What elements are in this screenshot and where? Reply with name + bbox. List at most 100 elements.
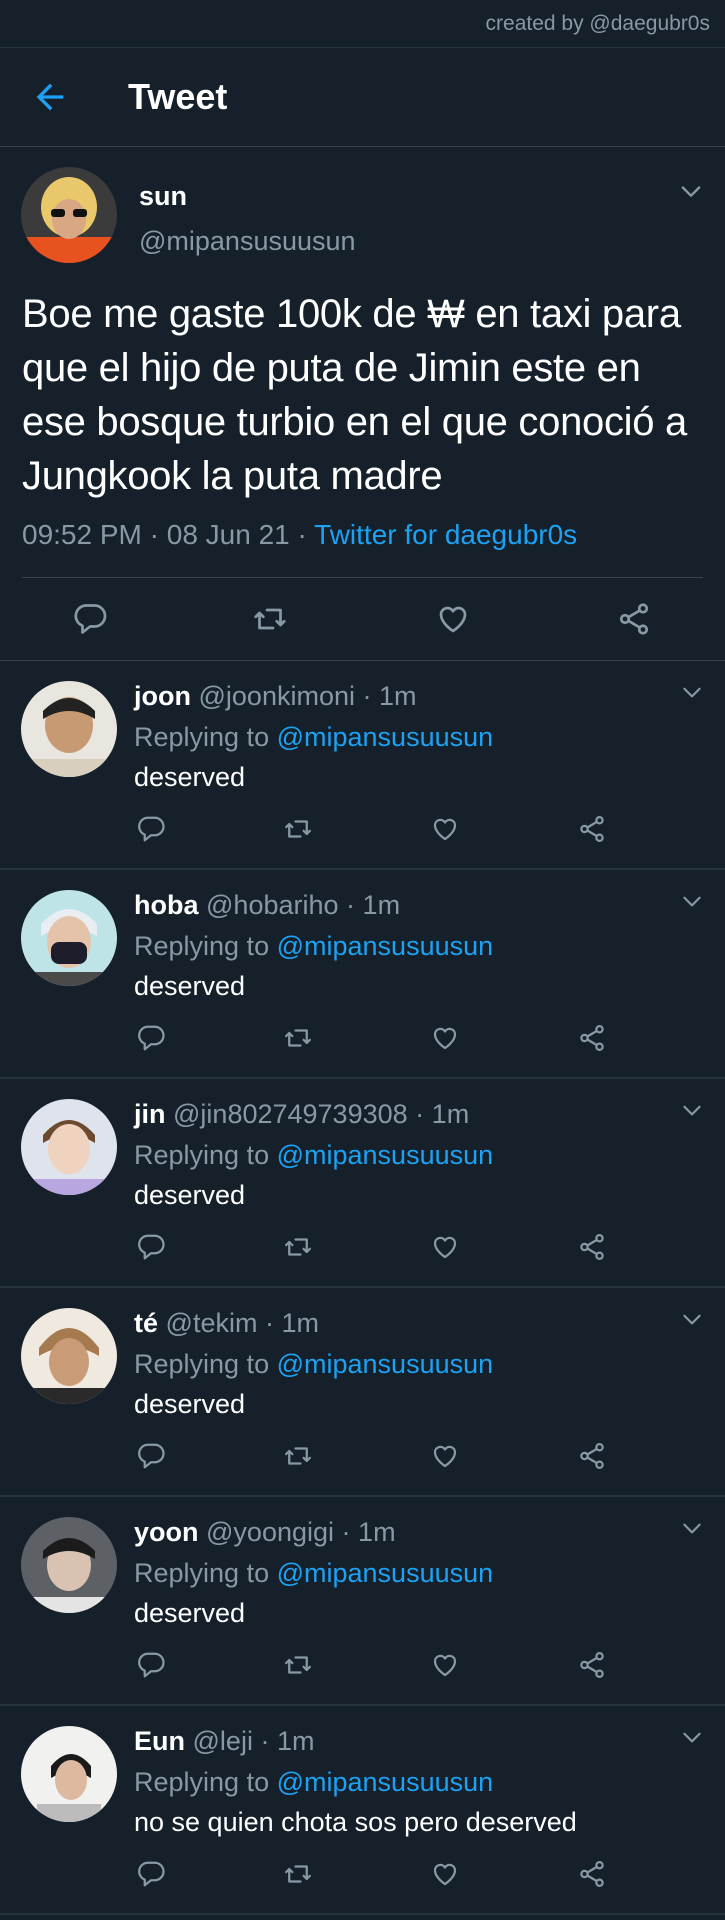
reply-time: 1m — [276, 1726, 315, 1756]
mention-link[interactable]: @mipansusuusun — [277, 1767, 494, 1797]
reply-tweet[interactable]: hoba @hobariho · 1m Replying to @mipansu… — [0, 870, 725, 1079]
tweet-actions — [0, 587, 725, 652]
meta-separator: · — [264, 1308, 274, 1338]
tweet-meta: 09:52 PM · 08 Jun 21 · Twitter for daegu… — [22, 519, 577, 551]
retweet-icon[interactable] — [283, 814, 313, 844]
retweet-icon[interactable] — [283, 1859, 313, 1889]
reply-header: jin @jin802749739308 · 1m — [134, 1099, 469, 1130]
reply-header: hoba @hobariho · 1m — [134, 890, 400, 921]
avatar[interactable] — [21, 681, 117, 777]
reply-tweet[interactable]: jin @jin802749739308 · 1m Replying to @m… — [0, 1079, 725, 1288]
retweet-icon[interactable] — [283, 1023, 313, 1053]
reply-icon[interactable] — [136, 1859, 166, 1889]
like-icon[interactable] — [430, 1650, 460, 1680]
reply-tweet[interactable]: joon @joonkimoni · 1m Replying to @mipan… — [0, 661, 725, 870]
reply-icon[interactable] — [136, 1650, 166, 1680]
replying-to-label: Replying to — [134, 1349, 270, 1379]
avatar[interactable] — [21, 1308, 117, 1404]
mention-link[interactable]: @mipansusuusun — [277, 722, 494, 752]
share-icon[interactable] — [577, 1023, 607, 1053]
page-title: Tweet — [128, 76, 228, 117]
meta-separator: · — [149, 519, 159, 550]
share-icon[interactable] — [616, 601, 652, 637]
replying-to: Replying to @mipansusuusun — [134, 1140, 493, 1171]
reply-author-name[interactable]: joon — [134, 681, 191, 711]
mention-link[interactable]: @mipansusuusun — [277, 1140, 494, 1170]
share-icon[interactable] — [577, 1650, 607, 1680]
reply-tweet[interactable]: yoon @yoongigi · 1m Replying to @mipansu… — [0, 1497, 725, 1706]
header: Tweet — [0, 48, 725, 147]
like-icon[interactable] — [430, 1859, 460, 1889]
reply-author-name[interactable]: té — [134, 1308, 158, 1338]
reply-icon[interactable] — [136, 1441, 166, 1471]
meta-separator: · — [297, 519, 307, 550]
avatar[interactable] — [21, 1726, 117, 1822]
reply-author-handle[interactable]: @joonkimoni — [199, 681, 355, 711]
reply-time: 1m — [379, 681, 417, 711]
chevron-down-icon[interactable] — [679, 679, 705, 705]
mention-link[interactable]: @mipansusuusun — [277, 1558, 494, 1588]
meta-separator: · — [415, 1099, 425, 1129]
back-arrow-icon[interactable] — [30, 77, 70, 117]
reply-author-handle[interactable]: @yoongigi — [206, 1517, 334, 1547]
reply-author-name[interactable]: Eun — [134, 1726, 185, 1756]
status-bar: created by @daegubr0s — [0, 0, 725, 48]
avatar[interactable] — [21, 890, 117, 986]
reply-icon[interactable] — [136, 1023, 166, 1053]
chevron-down-icon[interactable] — [679, 1097, 705, 1123]
reply-author-handle[interactable]: @tekim — [166, 1308, 258, 1338]
replying-to: Replying to @mipansusuusun — [134, 1767, 493, 1798]
tweet-source-link[interactable]: Twitter for daegubr0s — [314, 519, 577, 550]
like-icon[interactable] — [435, 601, 471, 637]
chevron-down-icon[interactable] — [679, 1306, 705, 1332]
retweet-icon[interactable] — [252, 601, 288, 637]
mention-link[interactable]: @mipansusuusun — [277, 1349, 494, 1379]
chevron-down-icon[interactable] — [679, 1515, 705, 1541]
share-icon[interactable] — [577, 1859, 607, 1889]
reply-author-handle[interactable]: @jin802749739308 — [173, 1099, 408, 1129]
chevron-down-icon[interactable] — [677, 177, 705, 205]
tweet-text: Boe me gaste 100k de ₩ en taxi para que … — [22, 292, 687, 498]
reply-header: té @tekim · 1m — [134, 1308, 319, 1339]
reply-author-handle[interactable]: @hobariho — [206, 890, 339, 920]
like-icon[interactable] — [430, 1232, 460, 1262]
chevron-down-icon[interactable] — [679, 888, 705, 914]
reply-tweet[interactable]: té @tekim · 1m Replying to @mipansusuusu… — [0, 1288, 725, 1497]
meta-separator: · — [362, 681, 372, 711]
reply-tweet[interactable]: Eun @leji · 1m Replying to @mipansusuusu… — [0, 1706, 725, 1915]
retweet-icon[interactable] — [283, 1441, 313, 1471]
like-icon[interactable] — [430, 1023, 460, 1053]
replying-to-label: Replying to — [134, 931, 270, 961]
share-icon[interactable] — [577, 1232, 607, 1262]
reply-author-name[interactable]: yoon — [134, 1517, 199, 1547]
avatar[interactable] — [21, 167, 117, 263]
reply-author-name[interactable]: jin — [134, 1099, 166, 1129]
reply-author-name[interactable]: hoba — [134, 890, 199, 920]
reply-time: 1m — [358, 1517, 396, 1547]
author-name[interactable]: sun — [139, 181, 187, 212]
reply-icon[interactable] — [136, 1232, 166, 1262]
reply-text: deserved — [134, 971, 246, 1001]
avatar[interactable] — [21, 1517, 117, 1613]
like-icon[interactable] — [430, 1441, 460, 1471]
reply-icon[interactable] — [136, 814, 166, 844]
replying-to: Replying to @mipansusuusun — [134, 1558, 493, 1589]
retweet-icon[interactable] — [283, 1650, 313, 1680]
retweet-icon[interactable] — [283, 1232, 313, 1262]
replying-to: Replying to @mipansusuusun — [134, 1349, 493, 1380]
share-icon[interactable] — [577, 814, 607, 844]
divider — [22, 577, 703, 578]
author-handle[interactable]: @mipansusuusun — [139, 226, 356, 257]
reply-text: deserved — [134, 1389, 246, 1419]
like-icon[interactable] — [430, 814, 460, 844]
reply-author-handle[interactable]: @leji — [193, 1726, 253, 1756]
chevron-down-icon[interactable] — [679, 1724, 705, 1750]
share-icon[interactable] — [577, 1441, 607, 1471]
watermark: created by @daegubr0s — [485, 12, 710, 35]
reply-text: deserved — [134, 1598, 246, 1628]
reply-icon[interactable] — [72, 601, 108, 637]
reply-time: 1m — [431, 1099, 470, 1129]
avatar[interactable] — [21, 1099, 117, 1195]
replying-to: Replying to @mipansusuusun — [134, 931, 493, 962]
mention-link[interactable]: @mipansusuusun — [277, 931, 494, 961]
